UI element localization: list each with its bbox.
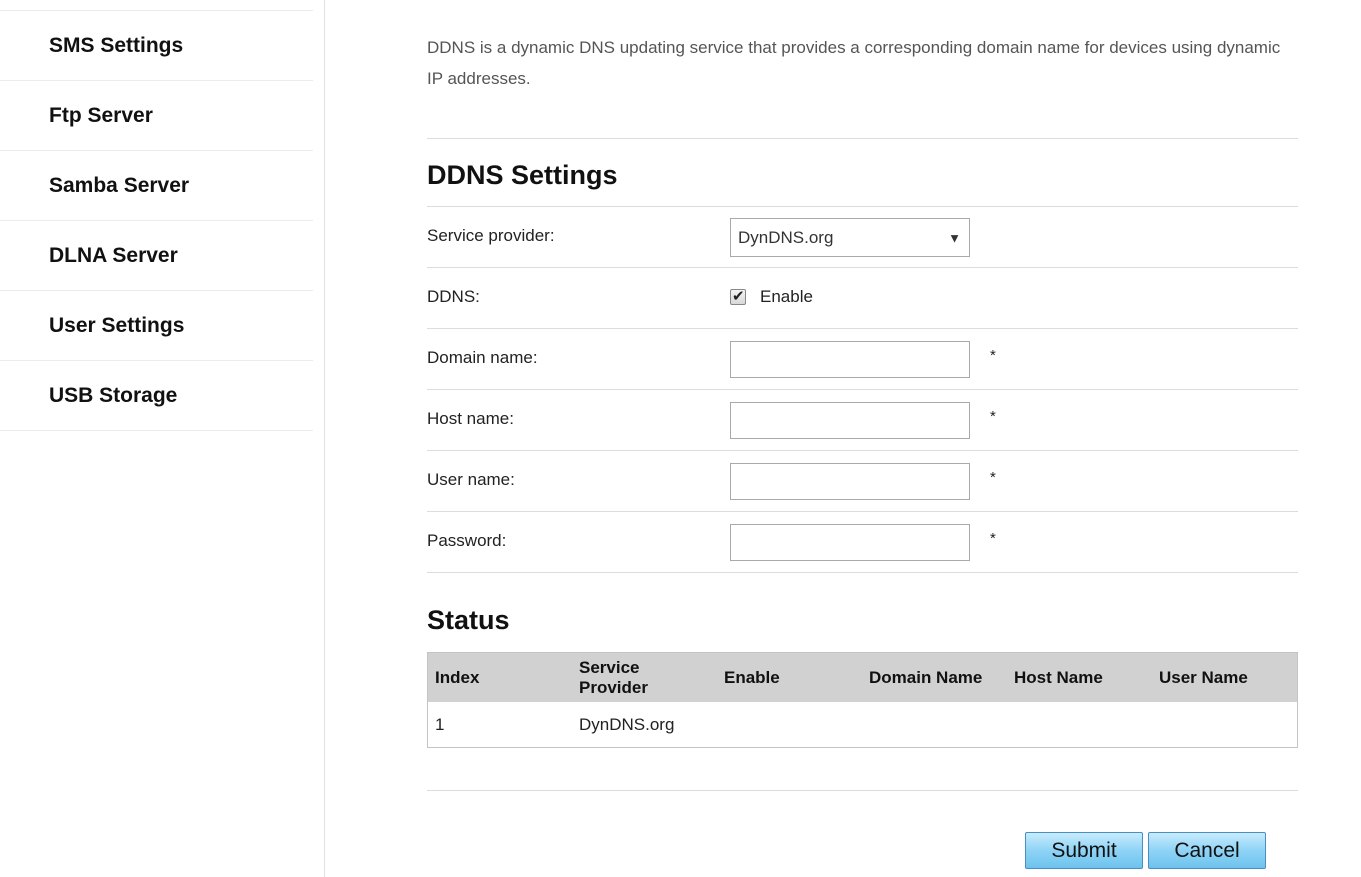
sidebar-item-label: USB Storage [49, 383, 178, 407]
column-header-enable: Enable [724, 667, 780, 687]
checkmark-icon: ✔ [732, 288, 745, 305]
sidebar-item-label: User Settings [49, 313, 185, 337]
ddns-label: DDNS: [427, 287, 480, 306]
status-title: Status [427, 605, 510, 635]
sidebar-item-label: SMS Settings [49, 33, 184, 57]
user-name-label: User name: [427, 470, 515, 489]
service-provider-select[interactable]: DynDNS.org ▼ [730, 218, 970, 257]
column-header-user-name: User Name [1159, 667, 1248, 687]
service-provider-value: DynDNS.org [738, 227, 834, 247]
column-header-service-provider: Service Provider [579, 657, 648, 697]
column-header-host-name: Host Name [1014, 667, 1103, 687]
required-mark: * [990, 408, 996, 425]
submit-button[interactable]: Submit [1025, 832, 1143, 869]
sidebar-item-user-settings[interactable]: User Settings [0, 291, 313, 361]
divider [427, 138, 1298, 139]
table-header: Index Service Provider Enable Domain Nam… [428, 653, 1297, 702]
divider [427, 450, 1298, 451]
divider [427, 572, 1298, 573]
sidebar-item-ftp-server[interactable]: Ftp Server [0, 81, 313, 151]
required-mark: * [990, 347, 996, 364]
ddns-enable-checkbox[interactable]: ✔ [730, 288, 746, 305]
user-name-input[interactable] [730, 463, 970, 500]
ddns-settings-title: DDNS Settings [427, 160, 618, 190]
divider [427, 206, 1298, 207]
sidebar-item-label: DLNA Server [49, 243, 178, 267]
sidebar-item-samba-server[interactable]: Samba Server [0, 151, 313, 221]
divider [427, 267, 1298, 268]
column-header-index: Index [435, 667, 480, 687]
required-mark: * [990, 469, 996, 486]
required-mark: * [990, 530, 996, 547]
password-label: Password: [427, 531, 507, 550]
divider [427, 328, 1298, 329]
sidebar-item-sms-settings[interactable]: SMS Settings [0, 11, 313, 81]
cancel-button[interactable]: Cancel [1148, 832, 1266, 869]
host-name-input[interactable] [730, 402, 970, 439]
intro-text: DDNS is a dynamic DNS updating service t… [427, 38, 1281, 88]
divider [427, 389, 1298, 390]
divider [427, 511, 1298, 512]
cell-service-provider: DynDNS.org [579, 714, 675, 734]
sidebar-item-dlna-server[interactable]: DLNA Server [0, 221, 313, 291]
cell-index: 1 [435, 714, 445, 734]
enable-label: Enable [760, 287, 813, 306]
divider [427, 790, 1298, 791]
status-table: Index Service Provider Enable Domain Nam… [427, 652, 1298, 748]
sidebar: SMS Settings Ftp Server Samba Server DLN… [0, 0, 325, 877]
table-row: 1 DynDNS.org [428, 702, 1297, 747]
main-content: DDNS is a dynamic DNS updating service t… [427, 0, 1298, 877]
domain-name-input[interactable] [730, 341, 970, 378]
column-header-domain-name: Domain Name [869, 667, 983, 687]
sidebar-item-label: Samba Server [49, 173, 190, 197]
host-name-label: Host name: [427, 409, 514, 428]
dropdown-arrow-icon: ▼ [948, 230, 961, 245]
password-input[interactable] [730, 524, 970, 561]
service-provider-label: Service provider: [427, 226, 555, 245]
sidebar-item-usb-storage[interactable]: USB Storage [0, 361, 313, 431]
domain-name-label: Domain name: [427, 348, 538, 367]
sidebar-item-label: Ftp Server [49, 103, 153, 127]
